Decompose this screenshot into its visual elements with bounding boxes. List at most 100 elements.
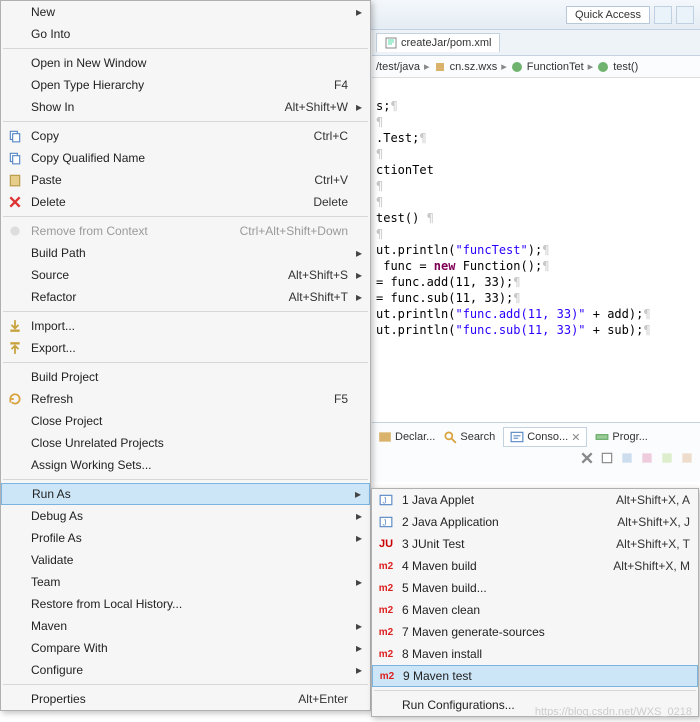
import-icon bbox=[8, 319, 22, 333]
submenu-item[interactable]: J 1 Java AppletAlt+Shift+X, A bbox=[372, 489, 698, 511]
menu-refresh[interactable]: RefreshF5 bbox=[1, 388, 370, 410]
submenu-item[interactable]: m27 Maven generate-sources bbox=[372, 621, 698, 643]
menu-validate[interactable]: Validate bbox=[1, 549, 370, 571]
menu-build-path[interactable]: Build Path▸ bbox=[1, 242, 370, 264]
close-icon[interactable]: ✕ bbox=[571, 431, 580, 444]
method-icon bbox=[597, 61, 609, 73]
junit-icon: JU bbox=[379, 538, 393, 550]
menu-import[interactable]: Import... bbox=[1, 315, 370, 337]
menu-restore-history[interactable]: Restore from Local History... bbox=[1, 593, 370, 615]
submenu-item-label: 8 Maven install bbox=[400, 647, 580, 661]
menu-new[interactable]: New▸ bbox=[1, 1, 370, 23]
breadcrumb-path[interactable]: /test/java bbox=[376, 61, 420, 73]
tab-declaration[interactable]: Declar... bbox=[378, 430, 435, 444]
code-editor[interactable]: s;¶ ¶ .Test;¶ ¶ ctionTet ¶ ¶ test() ¶ ¶ … bbox=[372, 78, 700, 342]
separator bbox=[3, 479, 368, 480]
submenu-item[interactable]: m2 5 Maven build... bbox=[372, 577, 698, 599]
maven-icon: m2 bbox=[379, 649, 393, 660]
editor-tab-label: createJar/pom.xml bbox=[401, 37, 491, 49]
perspective-icon-2[interactable] bbox=[676, 6, 694, 24]
submenu-item-label: 1 Java Applet bbox=[400, 493, 580, 507]
maven-icon: m2 bbox=[379, 583, 393, 594]
delete-icon bbox=[8, 195, 22, 209]
submenu-item[interactable]: m2 4 Maven buildAlt+Shift+X, M bbox=[372, 555, 698, 577]
breadcrumb-method[interactable]: test() bbox=[613, 61, 638, 73]
breadcrumb-package[interactable]: cn.sz.wxs bbox=[450, 61, 498, 73]
menu-show-in[interactable]: Show InAlt+Shift+W▸ bbox=[1, 96, 370, 118]
menu-open-new-window[interactable]: Open in New Window bbox=[1, 52, 370, 74]
package-icon bbox=[434, 61, 446, 73]
maven-icon: m2 bbox=[379, 561, 393, 572]
menu-copy-qualified[interactable]: Copy Qualified Name bbox=[1, 147, 370, 169]
clear-icon[interactable] bbox=[600, 451, 614, 465]
file-icon bbox=[385, 37, 397, 49]
menu-remove-context: Remove from ContextCtrl+Alt+Shift+Down bbox=[1, 220, 370, 242]
scroll-lock-icon[interactable] bbox=[620, 451, 634, 465]
java-icon: J bbox=[379, 493, 393, 507]
separator bbox=[374, 690, 696, 691]
menu-close-unrelated[interactable]: Close Unrelated Projects bbox=[1, 432, 370, 454]
menu-team[interactable]: Team▸ bbox=[1, 571, 370, 593]
submenu-run-configurations[interactable]: Run Configurations... bbox=[372, 694, 698, 716]
separator bbox=[3, 311, 368, 312]
menu-compare-with[interactable]: Compare With▸ bbox=[1, 637, 370, 659]
submenu-item[interactable]: J2 Java ApplicationAlt+Shift+X, J bbox=[372, 511, 698, 533]
separator bbox=[3, 684, 368, 685]
menu-configure[interactable]: Configure▸ bbox=[1, 659, 370, 681]
editor-tab[interactable]: createJar/pom.xml bbox=[376, 33, 500, 52]
menu-open-type-hierarchy[interactable]: Open Type HierarchyF4 bbox=[1, 74, 370, 96]
submenu-item[interactable]: JU3 JUnit TestAlt+Shift+X, T bbox=[372, 533, 698, 555]
perspective-icon[interactable] bbox=[654, 6, 672, 24]
submenu-item-shortcut: Alt+Shift+X, T bbox=[580, 537, 690, 551]
refresh-icon bbox=[8, 392, 22, 406]
context-menu: New▸ Go Into Open in New Window Open Typ… bbox=[0, 0, 371, 711]
open-console-icon[interactable] bbox=[680, 451, 694, 465]
separator bbox=[3, 362, 368, 363]
breadcrumb-class[interactable]: FunctionTet bbox=[527, 61, 584, 73]
menu-maven[interactable]: Maven▸ bbox=[1, 615, 370, 637]
remove-context-icon bbox=[8, 224, 22, 238]
bottom-panel: Declar... Search Conso... ✕ Progr... bbox=[372, 422, 700, 482]
quick-access-input[interactable]: Quick Access bbox=[566, 6, 650, 24]
submenu-item-shortcut: Alt+Shift+X, M bbox=[580, 559, 690, 573]
menu-profile-as[interactable]: Profile As▸ bbox=[1, 527, 370, 549]
menu-delete[interactable]: DeleteDelete bbox=[1, 191, 370, 213]
separator bbox=[3, 216, 368, 217]
copy-icon bbox=[8, 129, 22, 143]
menu-properties[interactable]: PropertiesAlt+Enter bbox=[1, 688, 370, 710]
submenu-item[interactable]: m2 8 Maven install bbox=[372, 643, 698, 665]
menu-build-project[interactable]: Build Project bbox=[1, 366, 370, 388]
menu-close-project[interactable]: Close Project bbox=[1, 410, 370, 432]
menu-run-as[interactable]: Run As▸ bbox=[1, 483, 370, 505]
class-icon bbox=[511, 61, 523, 73]
menu-debug-as[interactable]: Debug As▸ bbox=[1, 505, 370, 527]
submenu-item-shortcut: Alt+Shift+X, A bbox=[580, 493, 690, 507]
tab-progress[interactable]: Progr... bbox=[595, 430, 647, 444]
export-icon bbox=[8, 341, 22, 355]
maven-icon: m2 bbox=[380, 671, 394, 682]
menu-source[interactable]: SourceAlt+Shift+S▸ bbox=[1, 264, 370, 286]
menu-assign-working-sets[interactable]: Assign Working Sets... bbox=[1, 454, 370, 476]
remove-icon[interactable] bbox=[580, 451, 594, 465]
submenu-item[interactable]: m29 Maven test bbox=[372, 665, 698, 687]
menu-refactor[interactable]: RefactorAlt+Shift+T▸ bbox=[1, 286, 370, 308]
tab-console[interactable]: Conso... ✕ bbox=[503, 427, 587, 447]
console-icon bbox=[510, 430, 524, 444]
menu-go-into[interactable]: Go Into bbox=[1, 23, 370, 45]
submenu-item-label: 5 Maven build... bbox=[400, 581, 580, 595]
submenu-item-label: 7 Maven generate-sources bbox=[400, 625, 580, 639]
submenu-run-as: J 1 Java AppletAlt+Shift+X, A J 2 Java Appl… bbox=[371, 488, 699, 717]
submenu-item-label: 4 Maven build bbox=[400, 559, 580, 573]
display-icon[interactable] bbox=[660, 451, 674, 465]
tab-search[interactable]: Search bbox=[443, 430, 495, 444]
pin-icon[interactable] bbox=[640, 451, 654, 465]
submenu-item-label: 2 Java Application bbox=[400, 515, 580, 529]
submenu-item[interactable]: m26 Maven clean bbox=[372, 599, 698, 621]
menu-paste[interactable]: PasteCtrl+V bbox=[1, 169, 370, 191]
chevron-right-icon: ▸ bbox=[588, 60, 594, 73]
menu-copy[interactable]: CopyCtrl+C bbox=[1, 125, 370, 147]
chevron-right-icon: ▸ bbox=[424, 60, 430, 73]
menu-export[interactable]: Export... bbox=[1, 337, 370, 359]
chevron-right-icon: ▸ bbox=[501, 60, 507, 73]
java-icon: J bbox=[379, 515, 393, 529]
